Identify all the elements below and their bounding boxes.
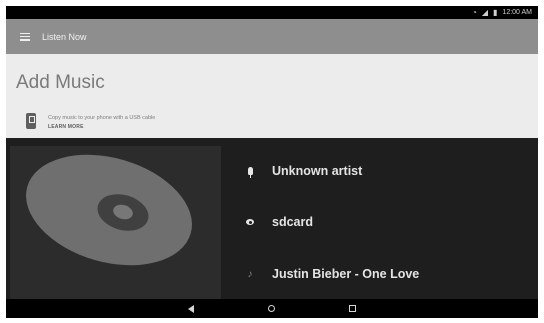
add-music-description: Copy music to your phone with a USB cabl… (48, 115, 156, 121)
device-screen: ◔ ◢ ▮ 12:00 AM Listen Now Add Music Copy… (6, 6, 538, 318)
battery-icon: ▮ (493, 7, 498, 17)
add-music-title: Add Music (16, 72, 105, 93)
app-bar: Listen Now (6, 19, 538, 54)
microphone-icon (246, 165, 254, 178)
album-art (10, 146, 221, 299)
title-row: ♪ Justin Bieber - One Love (246, 264, 420, 284)
system-nav-bar (6, 299, 538, 318)
now-playing-card[interactable]: Unknown artist sdcard ♪ Justin Bieber - … (6, 138, 538, 299)
hamburger-menu-icon[interactable] (20, 32, 30, 41)
back-icon[interactable] (188, 304, 194, 313)
status-bar: ◔ ◢ ▮ 12:00 AM (6, 6, 538, 19)
learn-more-button[interactable]: LEARN MORE (48, 124, 84, 130)
recent-apps-icon[interactable] (349, 305, 356, 312)
track-info-list: Unknown artist sdcard ♪ Justin Bieber - … (246, 138, 536, 299)
storage-icon (246, 216, 254, 228)
source-row: sdcard (246, 212, 313, 232)
status-time: 12:00 AM (502, 9, 532, 16)
wifi-icon: ◢ (481, 7, 489, 17)
track-title: Justin Bieber - One Love (272, 267, 420, 281)
alarm-icon: ◔ (472, 7, 477, 17)
artist-row: Unknown artist (246, 161, 362, 181)
home-icon[interactable] (268, 305, 275, 312)
artist-name: Unknown artist (272, 164, 363, 178)
music-note-icon: ♪ (247, 268, 253, 280)
add-music-panel: Add Music Copy music to your phone with … (6, 54, 538, 138)
usb-phone-icon (26, 113, 36, 129)
app-title: Listen Now (42, 31, 87, 42)
source-name: sdcard (272, 215, 313, 229)
